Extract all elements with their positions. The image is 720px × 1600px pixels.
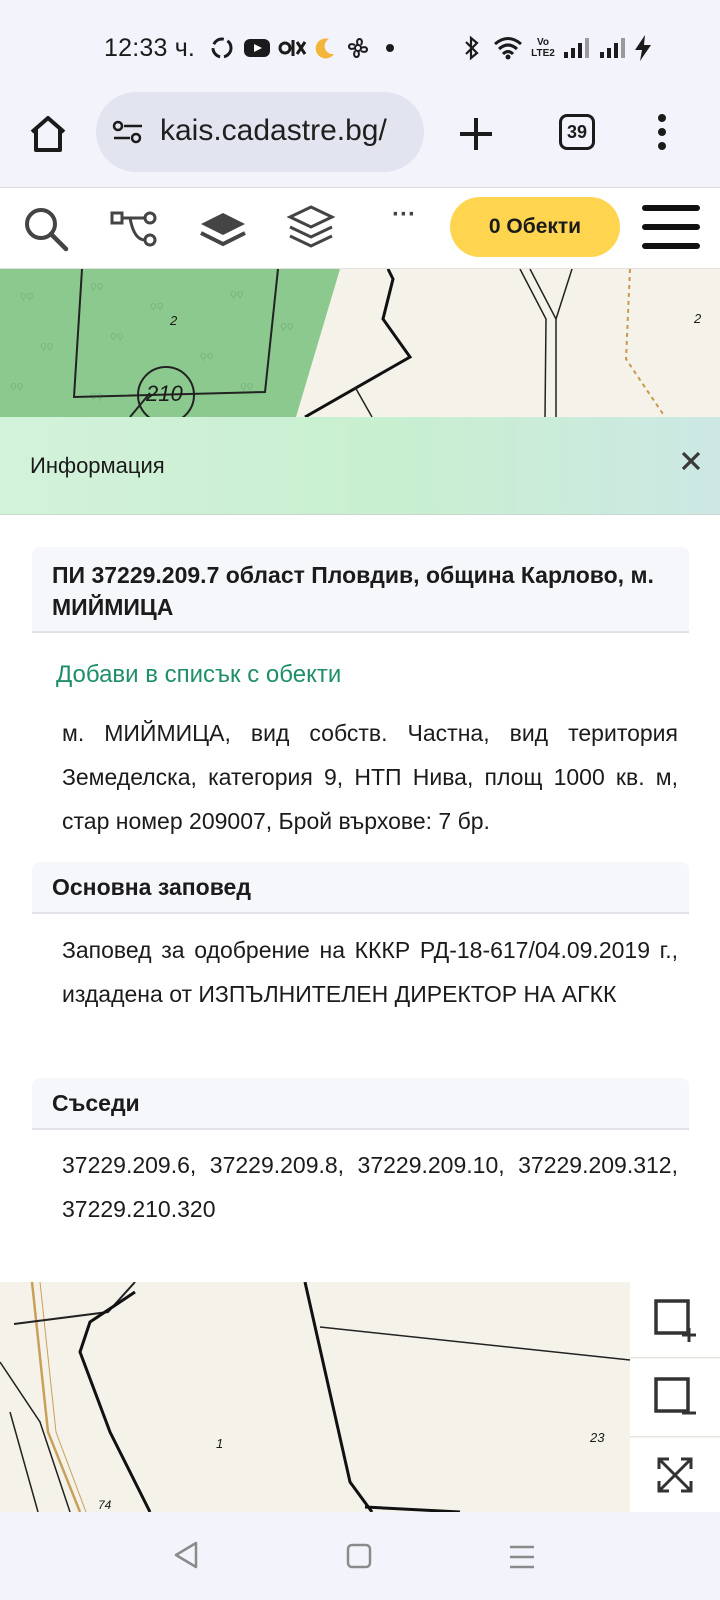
parcel-number-label: 210 [146,381,183,406]
fullscreen-button[interactable] [630,1438,720,1512]
signal-icon [598,34,626,62]
hamburger-menu-icon[interactable] [640,203,702,251]
map-label: 23 [590,1430,605,1445]
close-icon[interactable] [676,449,706,479]
map-label: 2 [694,311,702,326]
status-bar: 12:33 ч. Vo LTE2 [0,0,720,92]
cadastral-map-bottom [0,1282,631,1512]
order-text: Заповед за одобрение на КККР РД-18-617/0… [62,937,678,1007]
home-icon[interactable] [26,112,70,156]
charging-icon [632,34,654,62]
add-to-list-link[interactable]: Добави в списък с обекти [56,661,341,689]
sync-icon [208,34,236,62]
svg-text:ϙϙ: ϙϙ [10,379,24,392]
info-panel-title: Информация [30,453,165,478]
moon-icon [312,34,338,62]
zoom-out-icon [654,1376,696,1414]
system-navigation-bar [0,1512,720,1600]
neighbours-heading: Съседи [32,1078,689,1130]
new-tab-icon[interactable] [456,114,496,154]
status-time: 12:33 ч. [104,34,196,62]
map-view-top[interactable]: ϙϙ ϙϙ ϙϙ ϙϙ ϙϙ ϙϙ ϙϙ ϙϙ ϙϙ ϙϙ ϙϙ 2 210 2 [0,269,720,417]
zoom-in-icon [654,1298,696,1342]
svg-text:ϙϙ: ϙϙ [240,379,254,392]
svg-text:ϙϙ: ϙϙ [150,299,164,312]
home-nav-icon[interactable] [346,1543,372,1569]
svg-text:ϙϙ: ϙϙ [200,349,214,362]
objects-button[interactable]: 0 Обекти [450,197,620,257]
layers-filled-icon[interactable] [198,207,248,251]
zoom-out-button[interactable] [630,1359,720,1437]
info-panel-body: ПИ 37229.209.7 област Пловдив, община Ка… [0,515,720,1282]
svg-text:ϙϙ: ϙϙ [40,339,54,352]
url-bar[interactable]: kais.cadastre.bg/ [96,92,424,172]
youtube-icon [242,34,272,62]
svg-text:ϙϙ: ϙϙ [20,289,34,302]
search-icon[interactable] [22,205,70,253]
bluetooth-icon [460,34,484,62]
volte-icon: Vo LTE2 [531,37,555,59]
site-settings-icon[interactable] [112,118,144,146]
layers-icon[interactable] [286,203,336,253]
map-label: 74 [98,1498,112,1512]
svg-text:ϙϙ: ϙϙ [280,319,294,332]
dot-icon [384,34,396,62]
tab-switcher-button[interactable]: 39 [559,114,595,150]
fullscreen-icon [657,1457,693,1493]
tab-count: 39 [566,121,588,142]
more-icon[interactable]: ··· [384,201,424,231]
map-label: 2 [170,313,178,328]
signal-icon [562,34,590,62]
parcel-title: ПИ 37229.209.7 област Пловдив, община Ка… [32,547,689,633]
svg-text:ϙϙ: ϙϙ [110,329,124,342]
map-view-bottom[interactable]: 1 23 74 [0,1282,720,1512]
map-toolbar: ··· 0 Обекти [0,189,720,269]
svg-text:ϙϙ: ϙϙ [90,279,104,292]
back-icon[interactable] [172,1540,200,1570]
overflow-menu-icon[interactable] [656,112,668,152]
order-heading: Основна заповед [32,862,689,914]
olx-icon [278,34,306,62]
cadastral-map-top: ϙϙϙϙϙϙϙϙ ϙϙϙϙϙϙϙϙ ϙϙϙϙϙϙ [0,269,666,417]
fan-icon [344,34,372,62]
parcel-description: м. МИЙМИЦА, вид собств. Частна, вид тери… [62,720,678,834]
neighbours-list: 37229.209.6, 37229.209.8, 37229.209.10, … [62,1152,678,1222]
info-panel-header: Информация [0,417,720,515]
map-label: 1 [216,1436,224,1451]
recents-icon[interactable] [508,1544,536,1570]
wifi-icon [492,34,524,62]
url-text: kais.cadastre.bg/ [160,114,387,147]
svg-text:ϙϙ: ϙϙ [230,287,244,300]
browser-toolbar: kais.cadastre.bg/ 39 [0,92,720,188]
zoom-in-button[interactable] [630,1282,720,1358]
route-icon[interactable] [110,207,160,251]
